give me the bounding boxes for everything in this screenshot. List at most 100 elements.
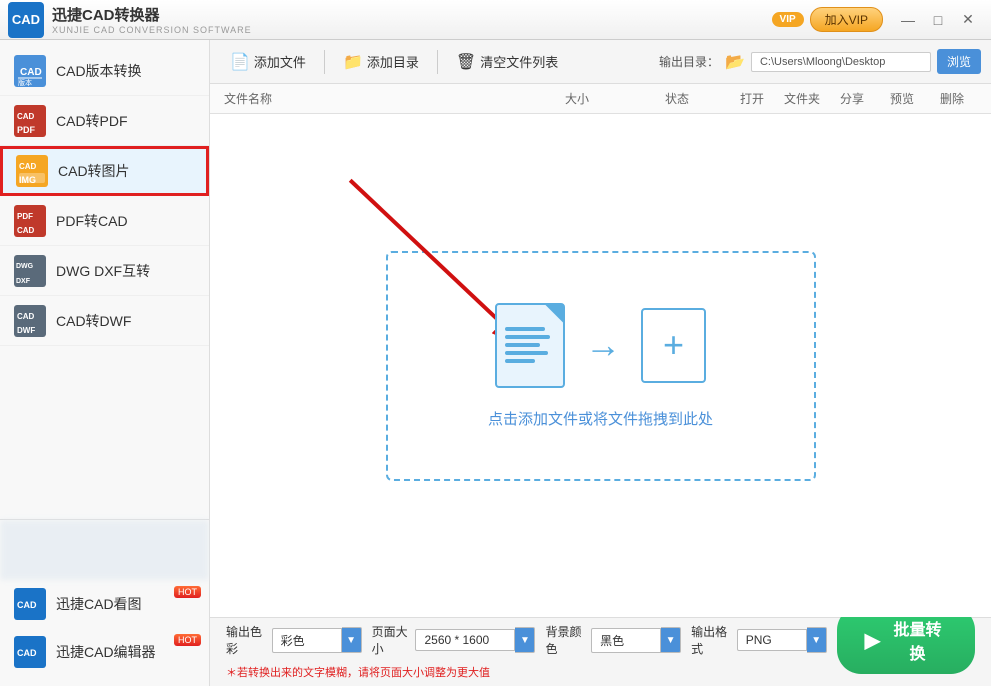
doc-lines — [497, 305, 563, 371]
toolbar-separator-2 — [437, 50, 438, 74]
chevron-down-icon-2: ▼ — [520, 635, 530, 646]
sidebar-menu: CAD 版本 CAD版本转换 CAD PDF CAD转PDF — [0, 40, 209, 519]
sidebar-item-cad-img[interactable]: CAD IMG CAD转图片 — [0, 146, 209, 196]
bg-setting: 背景颜色 黑色 ▼ — [545, 623, 681, 657]
svg-text:CAD: CAD — [17, 226, 35, 235]
col-delete-header: 删除 — [927, 90, 977, 107]
app-title-block: 迅捷CAD转换器 XUNJIE CAD CONVERSION SOFTWARE — [52, 4, 252, 35]
format-select: PNG ▼ — [737, 627, 827, 653]
cad-pdf-icon: CAD PDF — [14, 105, 46, 137]
color-arrow[interactable]: ▼ — [342, 627, 362, 653]
window-controls: — □ ✕ — [893, 8, 983, 32]
close-button[interactable]: ✕ — [953, 8, 983, 32]
output-path: C:\Users\Mloong\Desktop — [751, 52, 931, 72]
clear-list-button[interactable]: 🗑 清空文件列表 — [446, 47, 568, 77]
svg-text:CAD: CAD — [20, 67, 42, 78]
page-value[interactable]: 2560 * 1600 — [415, 629, 515, 651]
hot-badge-editor: HOT — [174, 634, 201, 646]
vip-badge: VIP — [772, 12, 804, 27]
add-dir-icon: 📁 — [343, 52, 363, 72]
svg-text:PDF: PDF — [17, 212, 33, 221]
sidebar-label-cad-dwf: CAD转DWF — [56, 311, 131, 331]
sidebar-label-cad-pdf: CAD转PDF — [56, 111, 128, 131]
plus-icon: + — [663, 324, 684, 366]
color-label: 输出色彩 — [226, 623, 266, 657]
toolbar: 📄 添加文件 📁 添加目录 🗑 清空文件列表 输出目录： 📂 C:\Users\… — [210, 40, 991, 84]
format-setting: 输出格式 PNG ▼ — [691, 623, 827, 657]
bg-value[interactable]: 黑色 — [591, 628, 661, 653]
maximize-button[interactable]: □ — [923, 8, 953, 32]
add-file-button[interactable]: 📄 添加文件 — [220, 47, 316, 77]
svg-text:PDF: PDF — [17, 125, 36, 135]
doc-line-3 — [505, 343, 540, 347]
add-dir-button[interactable]: 📁 添加目录 — [333, 47, 429, 77]
play-icon: ▶ — [865, 628, 880, 653]
col-share-header: 分享 — [827, 90, 877, 107]
sidebar-item-cad-viewer[interactable]: CAD 迅捷CAD看图 HOT — [0, 580, 209, 628]
sidebar-label-dwg-dxf: DWG DXF互转 — [56, 261, 150, 281]
browse-button[interactable]: 浏览 — [937, 49, 981, 74]
format-arrow[interactable]: ▼ — [807, 627, 827, 653]
sidebar-item-dwg-dxf[interactable]: DWG DXF DWG DXF互转 — [0, 246, 209, 296]
doc-line-1 — [505, 327, 545, 331]
join-vip-button[interactable]: 加入VIP — [810, 7, 883, 32]
col-status-header: 状态 — [627, 90, 727, 107]
col-size-header: 大小 — [527, 90, 627, 107]
clear-icon: 🗑 — [456, 52, 476, 72]
output-dir-group: 输出目录： 📂 C:\Users\Mloong\Desktop 浏览 — [659, 49, 981, 74]
settings-row: 输出色彩 彩色 ▼ 页面大小 2560 * 1600 ▼ 背景颜色 — [210, 618, 991, 662]
bg-label: 背景颜色 — [545, 623, 585, 657]
toolbar-separator-1 — [324, 50, 325, 74]
svg-text:DWG: DWG — [16, 263, 34, 270]
doc-line-4 — [505, 351, 548, 355]
svg-text:CAD: CAD — [17, 312, 35, 321]
bg-arrow[interactable]: ▼ — [661, 627, 681, 653]
cad-version-icon: CAD 版本 — [14, 55, 46, 87]
sidebar-item-cad-editor[interactable]: CAD 迅捷CAD编辑器 HOT — [0, 628, 209, 676]
minimize-button[interactable]: — — [893, 8, 923, 32]
page-select: 2560 * 1600 ▼ — [415, 627, 535, 653]
sidebar-item-cad-version[interactable]: CAD 版本 CAD版本转换 — [0, 46, 209, 96]
sidebar-label-cad-img: CAD转图片 — [58, 161, 130, 181]
chevron-down-icon: ▼ — [346, 635, 356, 646]
drop-zone-icons: → + — [495, 303, 706, 388]
right-arrow-icon: → — [585, 324, 621, 366]
page-arrow[interactable]: ▼ — [515, 627, 535, 653]
svg-text:CAD: CAD — [19, 162, 37, 171]
format-value[interactable]: PNG — [737, 629, 807, 651]
title-bar: CAD 迅捷CAD转换器 XUNJIE CAD CONVERSION SOFTW… — [0, 0, 991, 40]
cad-editor-icon: CAD — [14, 636, 46, 668]
col-preview-header: 预览 — [877, 90, 927, 107]
drop-zone[interactable]: → + 点击添加文件或将文件拖拽到此处 — [386, 251, 816, 481]
svg-text:CAD: CAD — [17, 600, 37, 610]
sidebar-bottom: CAD 迅捷CAD看图 HOT CAD 迅捷CAD编辑器 HOT — [0, 519, 209, 686]
sidebar-label-pdf-cad: PDF转CAD — [56, 211, 128, 231]
vip-area: VIP 加入VIP — [772, 7, 883, 32]
chevron-down-icon-3: ▼ — [666, 635, 676, 646]
main-layout: CAD 版本 CAD版本转换 CAD PDF CAD转PDF — [0, 40, 991, 686]
dwg-dxf-icon: DWG DXF — [14, 255, 46, 287]
sidebar-item-pdf-cad[interactable]: PDF CAD PDF转CAD — [0, 196, 209, 246]
chevron-down-icon-4: ▼ — [811, 635, 821, 646]
color-setting: 输出色彩 彩色 ▼ — [226, 623, 362, 657]
app-logo: CAD — [8, 2, 44, 38]
sidebar-label-cad-editor: 迅捷CAD编辑器 — [56, 642, 156, 662]
app-title: 迅捷CAD转换器 — [52, 4, 252, 25]
color-value[interactable]: 彩色 — [272, 628, 342, 653]
doc-line-2 — [505, 335, 550, 339]
svg-text:IMG: IMG — [19, 175, 36, 185]
folder-icon: 📂 — [725, 52, 745, 72]
bottom-bar: 输出色彩 彩色 ▼ 页面大小 2560 * 1600 ▼ 背景颜色 — [210, 617, 991, 686]
pdf-cad-icon: PDF CAD — [14, 205, 46, 237]
svg-text:CAD: CAD — [17, 112, 35, 121]
format-label: 输出格式 — [691, 623, 731, 657]
sidebar: CAD 版本 CAD版本转换 CAD PDF CAD转PDF — [0, 40, 210, 686]
page-label: 页面大小 — [372, 623, 410, 657]
cad-img-icon: CAD IMG — [16, 155, 48, 187]
bg-select: 黑色 ▼ — [591, 627, 681, 653]
document-icon — [495, 303, 565, 388]
sidebar-item-cad-pdf[interactable]: CAD PDF CAD转PDF — [0, 96, 209, 146]
col-folder-header: 文件夹 — [777, 90, 827, 107]
content-area: 📄 添加文件 📁 添加目录 🗑 清空文件列表 输出目录： 📂 C:\Users\… — [210, 40, 991, 686]
sidebar-item-cad-dwf[interactable]: CAD DWF CAD转DWF — [0, 296, 209, 346]
